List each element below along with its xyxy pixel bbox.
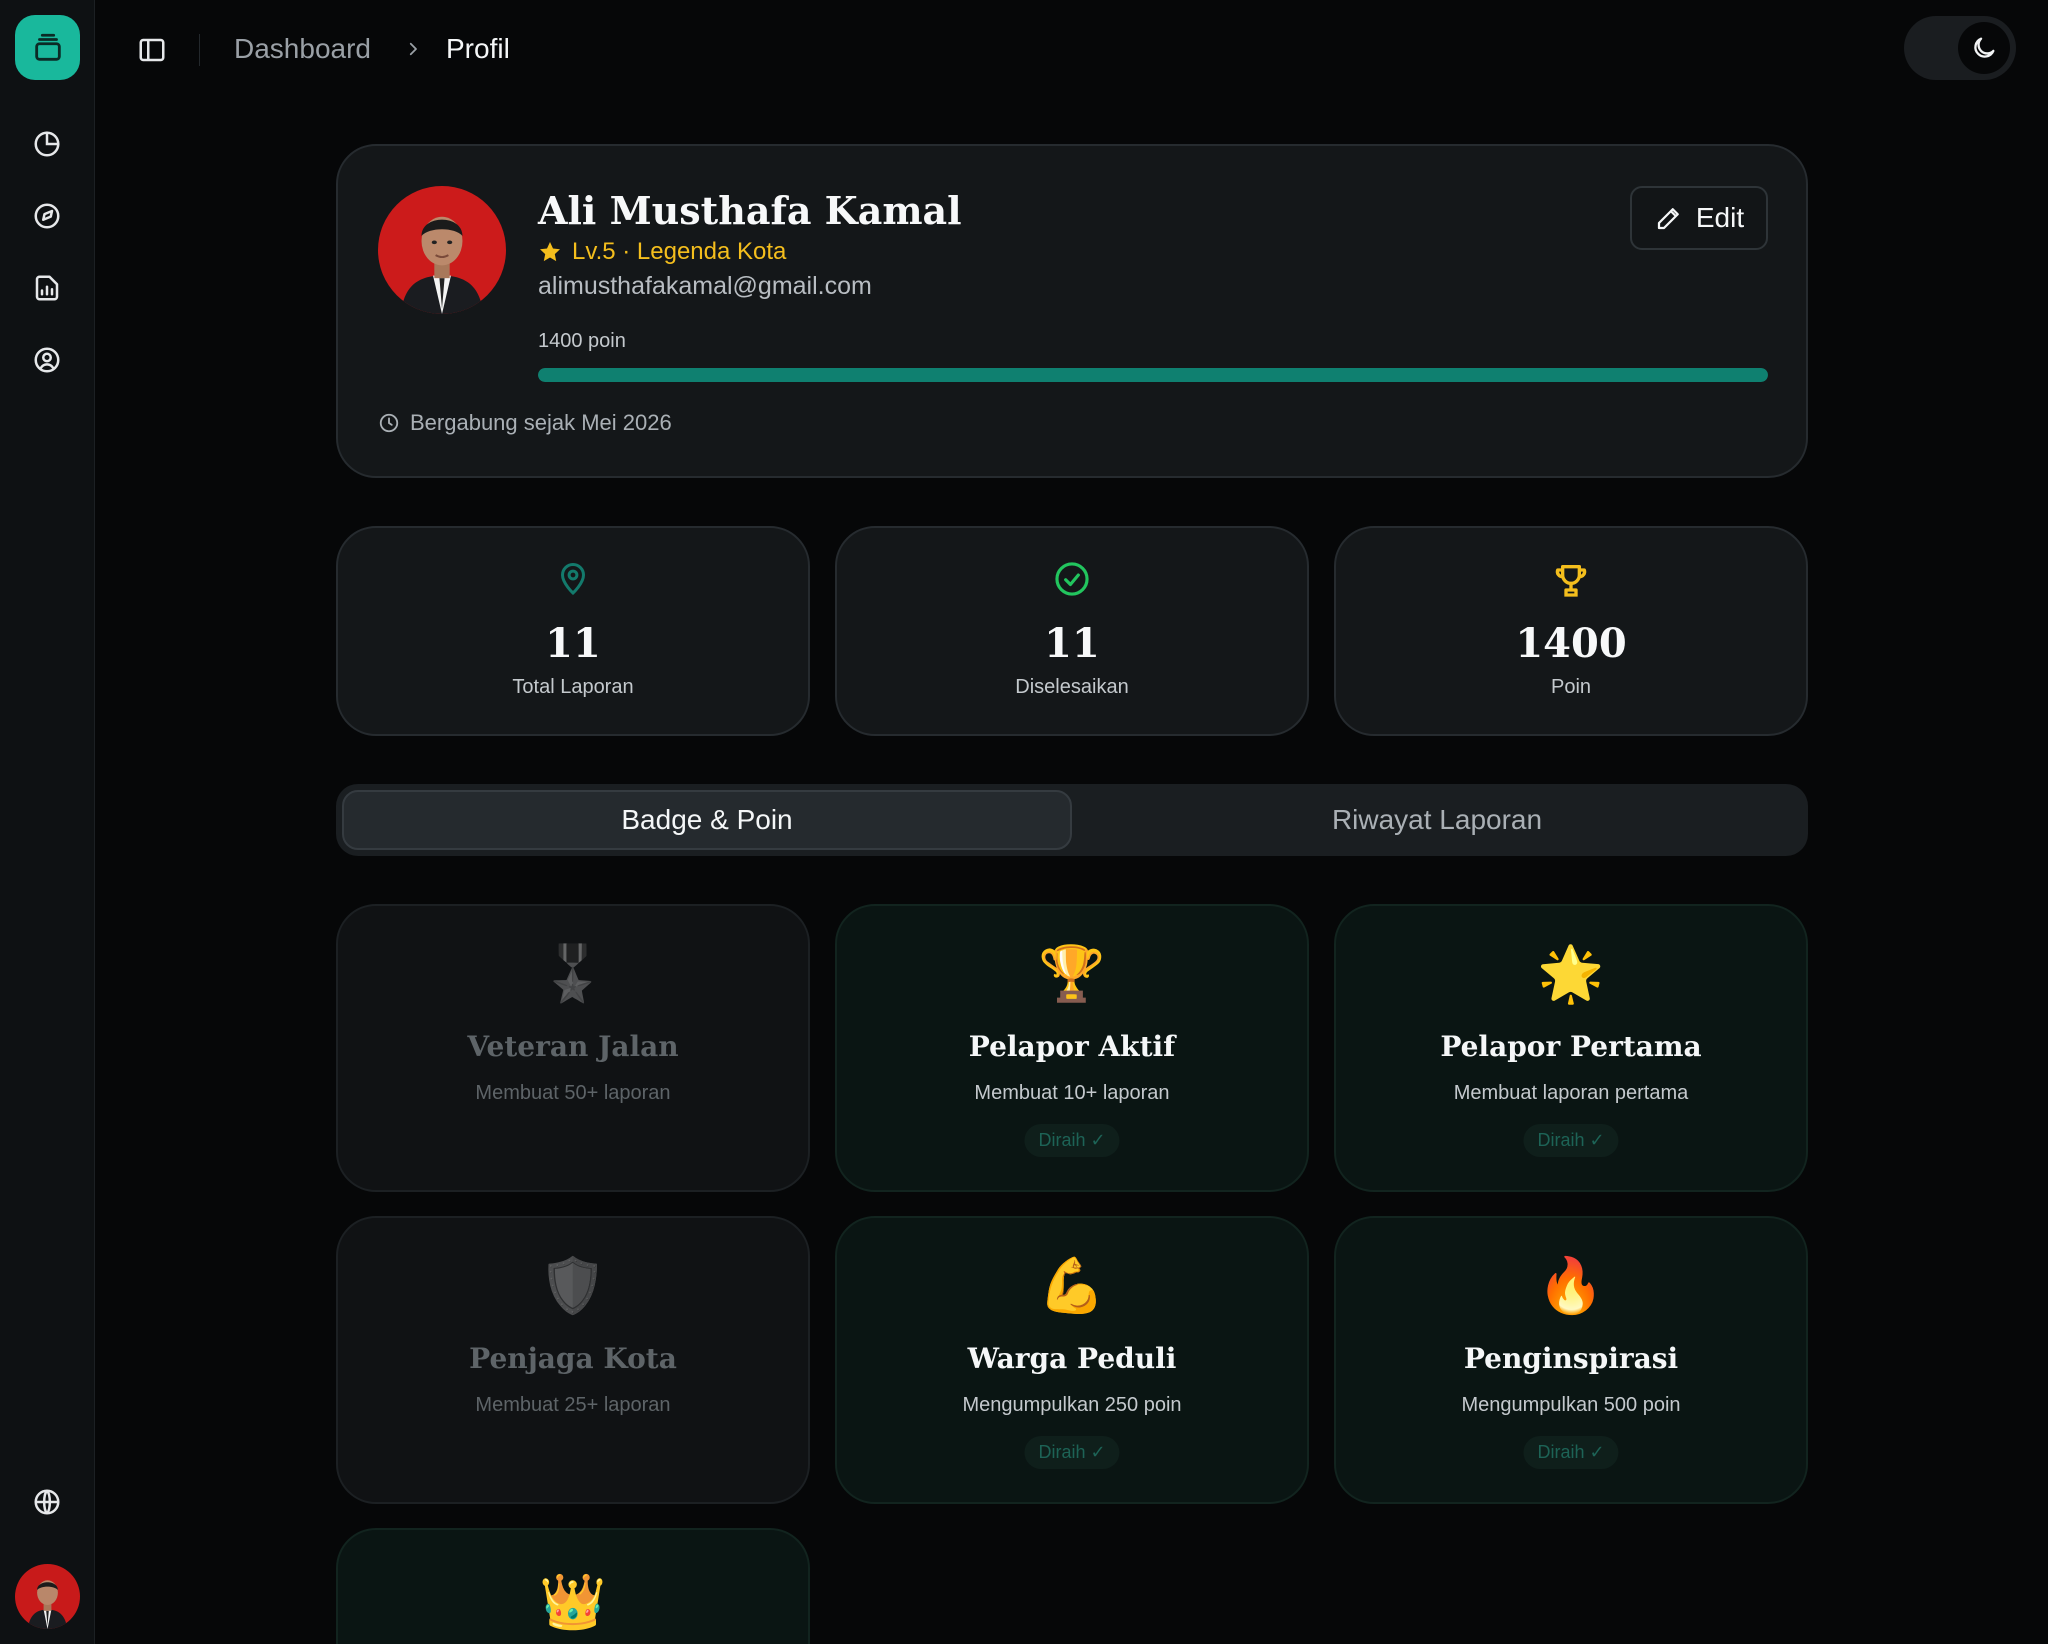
theme-knob	[1958, 22, 2010, 74]
stat-poin: 1400 Poin	[1334, 526, 1808, 736]
edit-label: Edit	[1695, 202, 1745, 233]
profile-card: Ali Musthafa Kamal Lv.5 · Legenda Kota a…	[336, 144, 1808, 478]
profile-level: Lv.5 · Legenda Kota	[538, 238, 786, 266]
badge-status: Diraih ✓	[1523, 1124, 1619, 1157]
globe-icon	[34, 1489, 60, 1515]
report-chart-icon	[35, 275, 59, 301]
points-progress-fill	[538, 368, 1768, 382]
tab-riwayat-laporan[interactable]: Riwayat Laporan	[1072, 790, 1802, 850]
fire-icon: 🔥	[1537, 1255, 1605, 1316]
nav-navigate[interactable]	[27, 196, 67, 236]
profile-level-label: Lv.5 · Legenda Kota	[572, 238, 787, 265]
stat-label: Poin	[1550, 676, 1592, 698]
badge-desc: Membuat 50+ laporan	[475, 1082, 671, 1104]
trophy-icon: 🏆	[1038, 943, 1106, 1004]
topbar-divider	[199, 34, 200, 66]
stat-label: Diselesaikan	[1015, 676, 1129, 698]
badge-desc: Membuat 10+ laporan	[974, 1082, 1170, 1104]
badge-desc: Mengumpulkan 250 poin	[962, 1394, 1182, 1416]
profile-joined-label: Bergabung sejak Mei 2026	[410, 410, 672, 435]
tab-badge-poin[interactable]: Badge & Poin	[342, 790, 1072, 850]
pencil-icon	[1657, 208, 1679, 230]
medal-icon: 🎖️	[539, 943, 607, 1004]
theme-toggle[interactable]	[1904, 16, 2016, 80]
shield-icon: 🛡️	[539, 1255, 607, 1316]
check-circle-icon	[837, 560, 1307, 600]
chevron-right-icon	[401, 33, 425, 65]
badge-card-penginspirasi: 🔥 Penginspirasi Mengumpulkan 500 poin Di…	[1334, 1216, 1808, 1504]
sidebar-avatar[interactable]	[15, 1564, 80, 1629]
badge-status: Diraih ✓	[1024, 1124, 1120, 1157]
badge-desc: Mengumpulkan 500 poin	[1461, 1394, 1681, 1416]
badge-card-crown: 👑	[336, 1528, 810, 1644]
sidebar	[0, 0, 95, 1644]
nav-profile[interactable]	[27, 340, 67, 380]
navigation-compass-icon	[34, 203, 60, 229]
breadcrumb-current: Profil	[446, 33, 510, 64]
stat-value: 1400	[1515, 620, 1627, 667]
stat-value: 11	[1044, 620, 1100, 667]
sidebar-panel-icon	[139, 38, 165, 62]
stat-total-laporan: 11 Total Laporan	[336, 526, 810, 736]
user-photo-icon	[378, 186, 506, 314]
badge-card-veteran-jalan: 🎖️ Veteran Jalan Membuat 50+ laporan	[336, 904, 810, 1192]
moon-icon	[1974, 37, 1995, 58]
badge-title: Penjaga Kota	[469, 1342, 677, 1375]
star-icon	[540, 242, 560, 262]
badge-title: Penginspirasi	[1463, 1342, 1679, 1375]
nav-reports[interactable]	[27, 268, 67, 308]
stat-diselesaikan: 11 Diselesaikan	[835, 526, 1309, 736]
profile-email: alimusthafakamal@gmail.com	[538, 272, 872, 300]
badge-desc: Membuat laporan pertama	[1453, 1082, 1689, 1104]
profile-joined: Bergabung sejak Mei 2026	[378, 410, 672, 436]
language-button[interactable]	[27, 1482, 67, 1522]
badge-status: Diraih ✓	[1523, 1436, 1619, 1469]
badge-title: Warga Peduli	[967, 1342, 1177, 1375]
breadcrumb-dashboard[interactable]: Dashboard	[234, 31, 371, 67]
edit-profile-button[interactable]: Edit	[1630, 186, 1768, 250]
badge-desc: Membuat 25+ laporan	[475, 1394, 671, 1416]
pie-chart-icon	[34, 131, 60, 157]
clock-icon	[379, 413, 399, 433]
profile-name: Ali Musthafa Kamal	[538, 188, 962, 233]
app-logo[interactable]	[15, 15, 80, 80]
user-photo-icon	[15, 1564, 80, 1629]
user-circle-icon	[34, 347, 60, 373]
badge-card-pelapor-pertama: 🌟 Pelapor Pertama Membuat laporan pertam…	[1334, 904, 1808, 1192]
badge-title: Veteran Jalan	[467, 1030, 679, 1063]
badge-title: Pelapor Aktif	[968, 1030, 1176, 1063]
profile-points-label: 1400 poin	[538, 330, 626, 352]
toggle-sidebar-button[interactable]	[132, 30, 172, 70]
stat-label: Total Laporan	[512, 676, 634, 698]
nav-chart-pie[interactable]	[27, 124, 67, 164]
profile-tabs: Badge & Poin Riwayat Laporan	[336, 784, 1808, 856]
crown-icon: 👑	[539, 1571, 607, 1632]
stat-value: 11	[545, 620, 601, 667]
badge-card-warga-peduli: 💪 Warga Peduli Mengumpulkan 250 poin Dir…	[835, 1216, 1309, 1504]
profile-avatar	[378, 186, 506, 314]
glowing-star-icon: 🌟	[1537, 943, 1605, 1004]
badge-card-penjaga-kota: 🛡️ Penjaga Kota Membuat 25+ laporan	[336, 1216, 810, 1504]
badge-card-pelapor-aktif: 🏆 Pelapor Aktif Membuat 10+ laporan Dira…	[835, 904, 1309, 1192]
points-progress-bar	[538, 368, 1768, 382]
layers-icon	[34, 33, 61, 61]
badge-status: Diraih ✓	[1024, 1436, 1120, 1469]
trophy-icon	[1336, 560, 1806, 600]
badge-title: Pelapor Pertama	[1440, 1030, 1702, 1063]
map-pin-icon	[338, 560, 808, 600]
flexed-biceps-icon: 💪	[1038, 1255, 1106, 1316]
